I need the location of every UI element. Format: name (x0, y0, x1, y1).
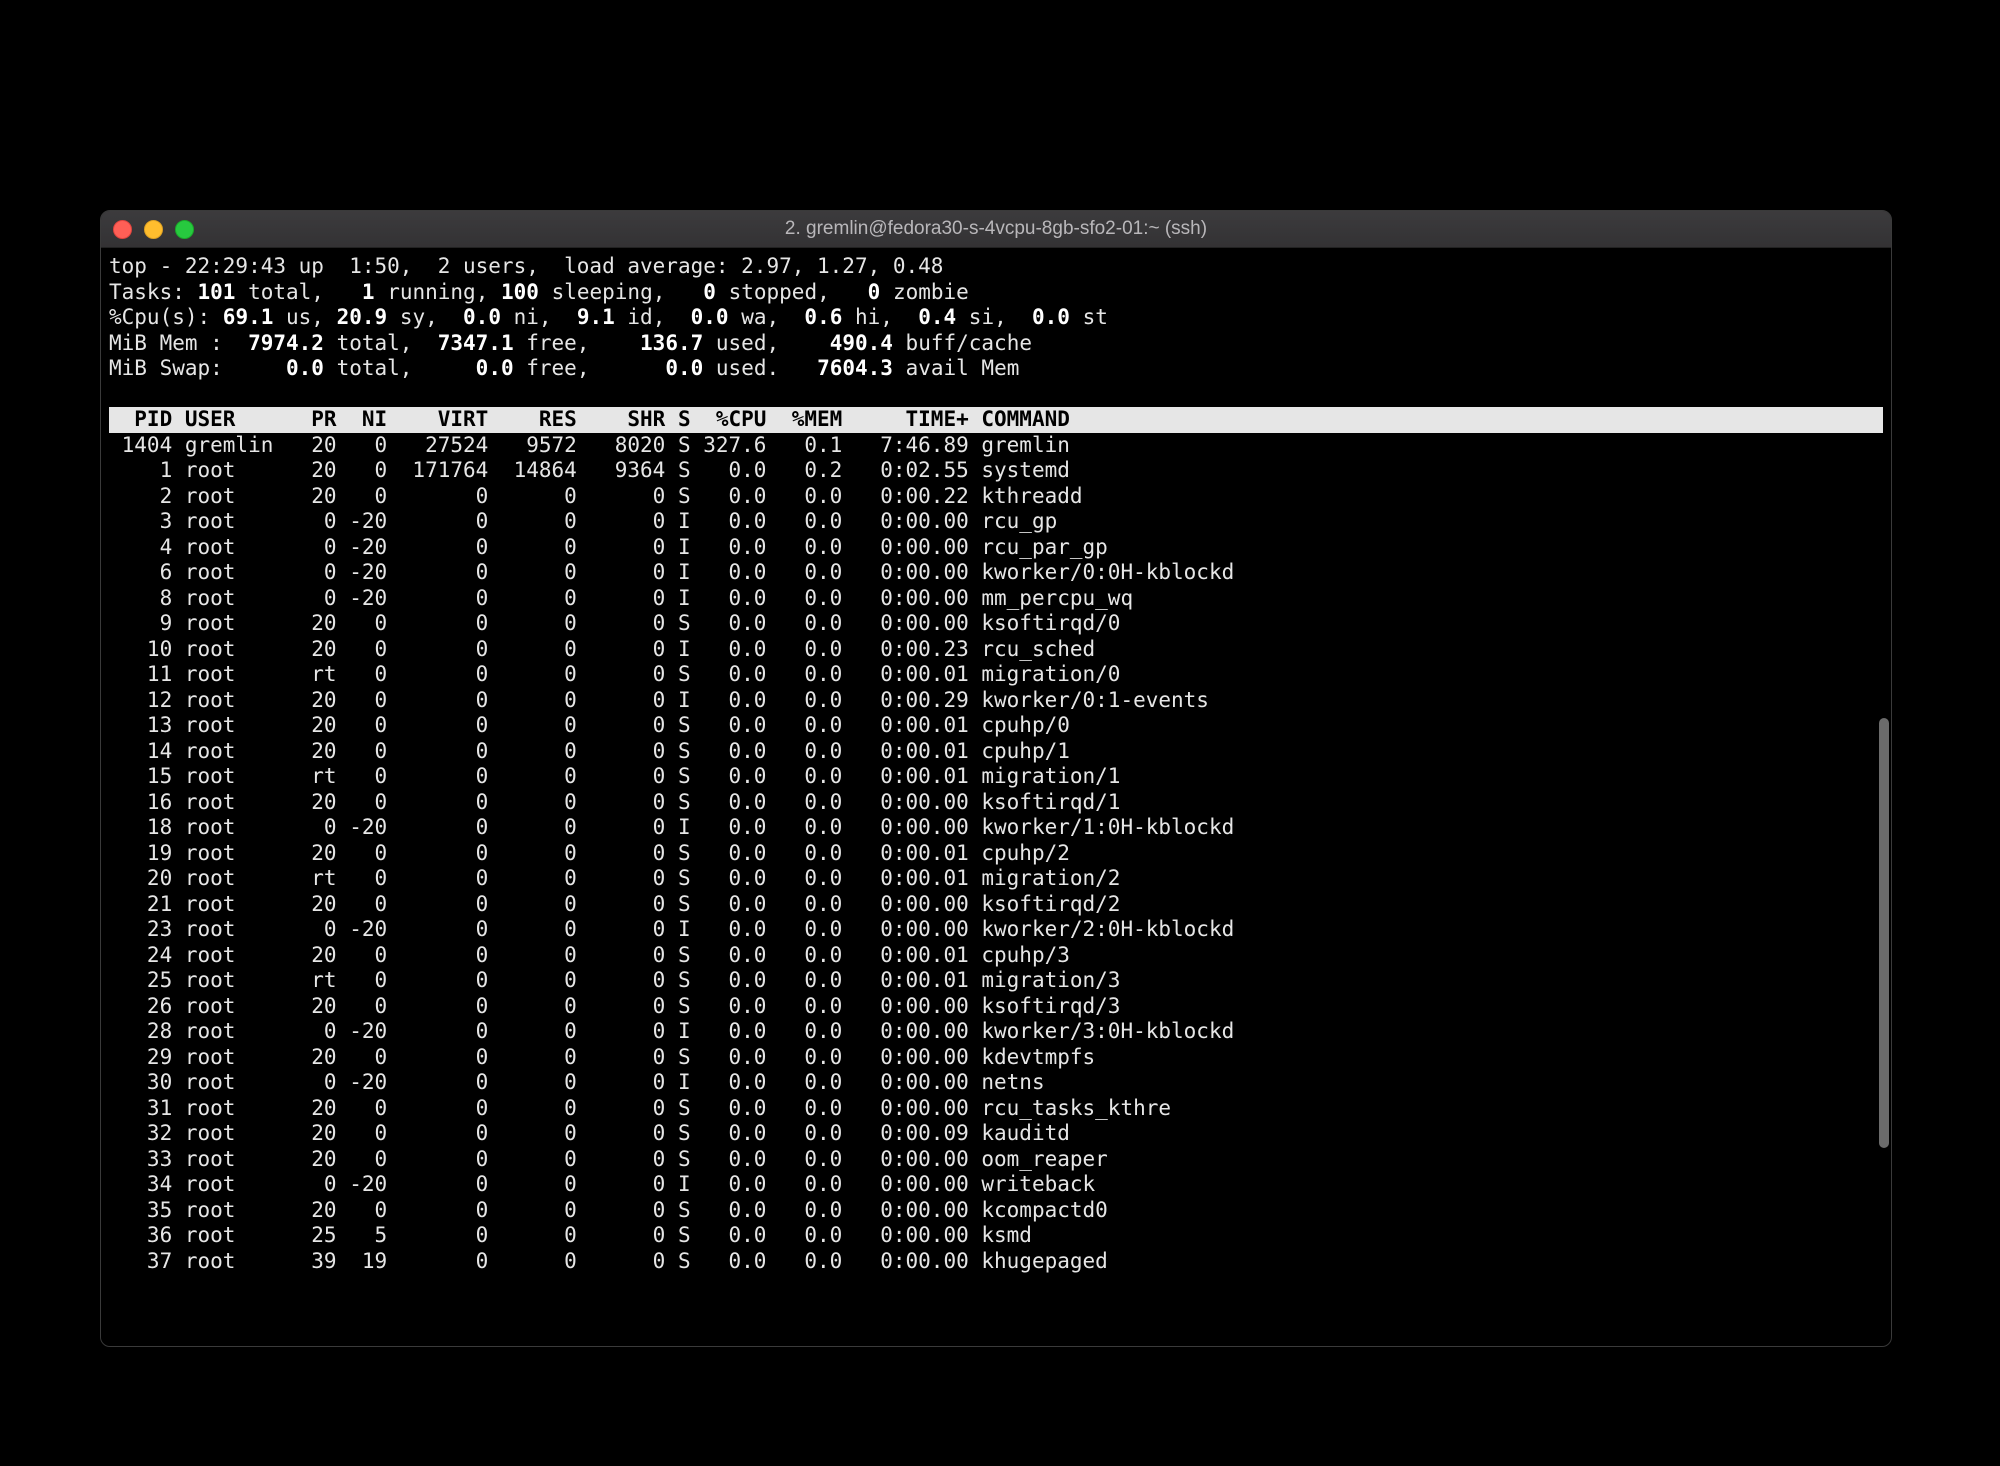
tasks-line: Tasks: 101 total, 1 running, 100 sleepin… (109, 280, 969, 304)
traffic-lights (113, 220, 194, 239)
process-list: 1404 gremlin 20 0 27524 9572 8020 S 327.… (109, 433, 1234, 1273)
mem-line: MiB Mem : 7974.2 total, 7347.1 free, 136… (109, 331, 1032, 355)
titlebar[interactable]: 2. gremlin@fedora30-s-4vcpu-8gb-sfo2-01:… (101, 211, 1891, 248)
minimize-icon[interactable] (144, 220, 163, 239)
cpu-line: %Cpu(s): 69.1 us, 20.9 sy, 0.0 ni, 9.1 i… (109, 305, 1108, 329)
close-icon[interactable] (113, 220, 132, 239)
top-uptime-line: top - 22:29:43 up 1:50, 2 users, load av… (109, 254, 943, 278)
zoom-icon[interactable] (175, 220, 194, 239)
swap-line: MiB Swap: 0.0 total, 0.0 free, 0.0 used.… (109, 356, 1019, 380)
terminal-output[interactable]: top - 22:29:43 up 1:50, 2 users, load av… (101, 248, 1891, 1346)
scrollbar-thumb[interactable] (1879, 718, 1889, 1148)
terminal-window: 2. gremlin@fedora30-s-4vcpu-8gb-sfo2-01:… (100, 210, 1892, 1347)
window-title: 2. gremlin@fedora30-s-4vcpu-8gb-sfo2-01:… (101, 218, 1891, 240)
column-header: PID USER PR NI VIRT RES SHR S %CPU %MEM … (109, 407, 1883, 433)
scrollbar[interactable] (1879, 288, 1889, 1340)
